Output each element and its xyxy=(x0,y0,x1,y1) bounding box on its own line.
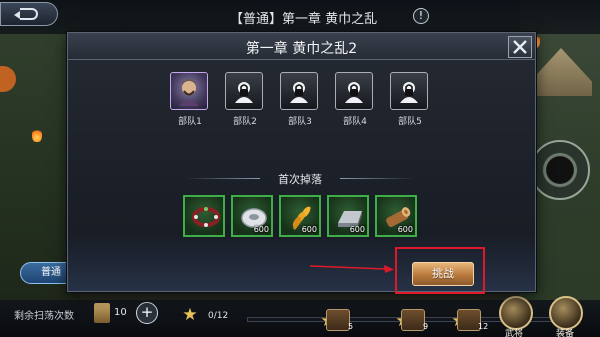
chest-star-count: 5 xyxy=(348,322,354,331)
chest-star-count: 9 xyxy=(423,322,429,331)
locked-troop-icon xyxy=(390,72,428,110)
chapter-title: 【普通】第一章 黄巾之乱 xyxy=(230,12,378,27)
wheel-decoration xyxy=(530,140,590,200)
troop-portrait-icon xyxy=(170,72,208,110)
locked-troop-icon xyxy=(335,72,373,110)
troop-slot[interactable]: 部队2 xyxy=(225,72,265,127)
info-icon[interactable]: ! xyxy=(413,8,429,24)
drop-item-wood[interactable]: 600 xyxy=(375,195,417,237)
fire-icon xyxy=(32,128,42,142)
troop-slot[interactable]: 部队5 xyxy=(390,72,430,127)
dialog-header: 第一章 黄巾之乱2 xyxy=(68,33,535,60)
reward-chest[interactable] xyxy=(401,309,425,331)
generals-label: 武将 xyxy=(505,329,524,337)
generals-button[interactable] xyxy=(499,296,533,330)
troop-label: 部队5 xyxy=(398,117,422,127)
star-progress: 0/12 xyxy=(208,311,229,321)
first-drop-title: 首次掉落 xyxy=(278,173,322,186)
back-button[interactable] xyxy=(0,2,58,26)
troop-slot[interactable]: 部队1 xyxy=(170,72,210,127)
drop-quantity: 600 xyxy=(301,225,317,234)
troop-label: 部队3 xyxy=(288,117,312,127)
chest-star-count: 12 xyxy=(478,322,489,331)
drop-item-bracelet[interactable] xyxy=(183,195,225,237)
close-icon xyxy=(513,40,527,54)
reward-chest[interactable] xyxy=(326,309,350,331)
sweep-scroll-icon xyxy=(94,303,110,323)
drop-quantity: 600 xyxy=(253,225,269,234)
bracelet-icon xyxy=(192,207,220,227)
drop-item-silver[interactable]: 600 xyxy=(231,195,273,237)
star-icon: ★ xyxy=(182,305,198,325)
sweep-count: 10 xyxy=(114,307,127,318)
add-sweep-button[interactable]: + xyxy=(136,302,158,324)
locked-troop-icon xyxy=(280,72,318,110)
red-arrow-annotation xyxy=(309,265,394,273)
equipment-label: 装备 xyxy=(556,329,575,337)
troop-label: 部队2 xyxy=(233,117,257,127)
challenge-button[interactable]: 挑战 xyxy=(412,262,474,286)
drop-item-iron[interactable]: 600 xyxy=(327,195,369,237)
troop-label: 部队4 xyxy=(343,117,367,127)
troop-slot[interactable]: 部队4 xyxy=(335,72,375,127)
drop-quantity: 600 xyxy=(397,225,413,234)
drop-quantity: 600 xyxy=(349,225,365,234)
equipment-button[interactable] xyxy=(549,296,583,330)
troop-slot[interactable]: 部队3 xyxy=(280,72,320,127)
top-bar: 【普通】第一章 黄巾之乱 ! xyxy=(0,0,600,34)
troop-label: 部队1 xyxy=(178,117,202,127)
section-divider xyxy=(340,178,415,179)
back-arrow-icon xyxy=(14,8,38,20)
dialog-title: 第一章 黄巾之乱2 xyxy=(245,41,358,57)
sweep-remaining-label: 剩余扫荡次数 xyxy=(14,311,74,322)
close-button[interactable] xyxy=(508,36,532,58)
drop-item-grain[interactable]: 600 xyxy=(279,195,321,237)
locked-troop-icon xyxy=(225,72,263,110)
